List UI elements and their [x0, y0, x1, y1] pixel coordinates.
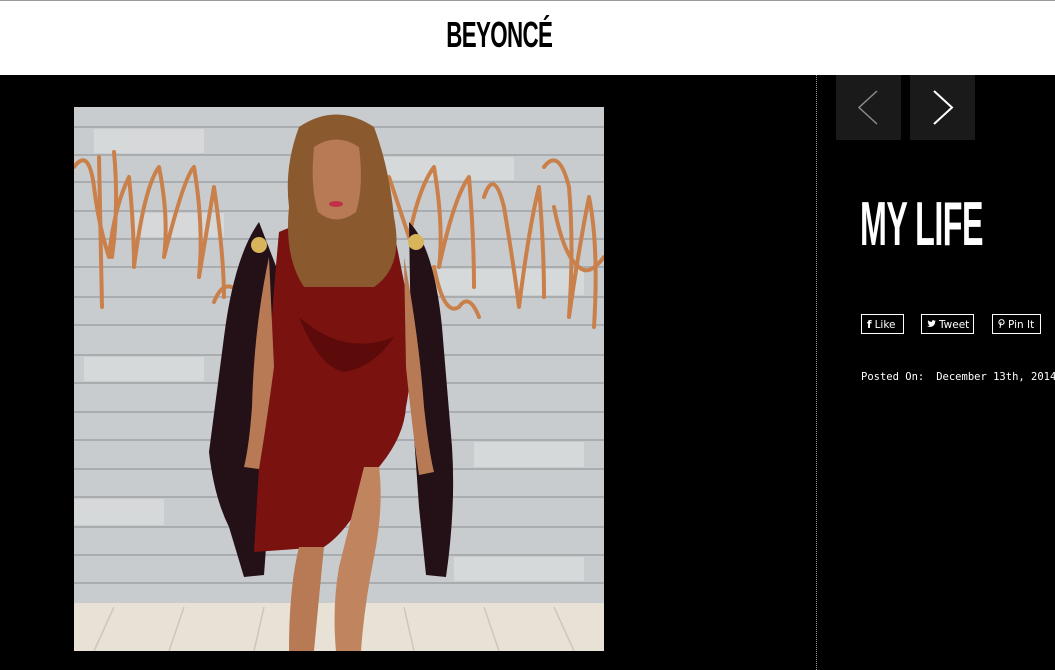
sidebar-divider — [816, 75, 817, 670]
like-label: Like — [874, 319, 896, 331]
chevron-right-icon — [933, 90, 954, 125]
site-header: BEYONCÉ — [0, 1, 1055, 75]
pin-it-button[interactable]: Pin It — [992, 314, 1041, 334]
twitter-icon — [927, 315, 936, 335]
chevron-left-icon — [857, 90, 878, 125]
tweet-button[interactable]: Tweet — [921, 314, 974, 334]
site-logo[interactable]: BEYONCÉ — [189, 14, 809, 56]
posted-on: Posted On: December 13th, 2014 — [861, 371, 1055, 383]
pin-it-label: Pin It — [1008, 319, 1035, 331]
post-photo — [74, 107, 604, 651]
facebook-icon: f — [867, 319, 872, 331]
posted-on-label: Posted On: — [861, 371, 925, 383]
tweet-label: Tweet — [939, 319, 970, 331]
pinterest-icon — [998, 315, 1005, 335]
posted-on-date: December 13th, 2014 — [936, 371, 1055, 383]
next-post-button[interactable] — [910, 75, 975, 140]
prev-post-button[interactable] — [836, 75, 901, 140]
facebook-like-button[interactable]: f Like — [861, 314, 904, 334]
post-title: MY LIFE — [860, 190, 983, 259]
